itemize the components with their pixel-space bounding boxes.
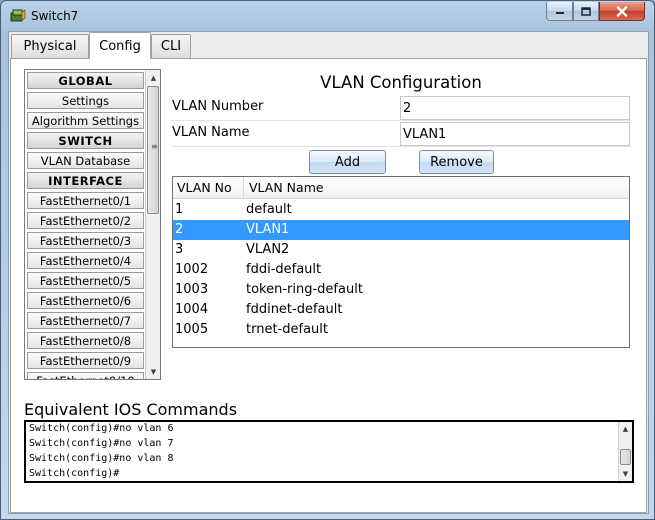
cell-vlan-no: 1004 bbox=[175, 302, 209, 317]
cell-vlan-no: 3 bbox=[175, 242, 184, 257]
nav-item[interactable]: FastEthernet0/2 bbox=[27, 212, 144, 229]
cell-vlan-name: default bbox=[246, 202, 292, 217]
vlan-number-input[interactable] bbox=[400, 96, 630, 120]
window-title: Switch7 bbox=[31, 9, 79, 23]
vlan-name-input[interactable] bbox=[400, 122, 630, 146]
tab-physical[interactable]: Physical bbox=[11, 34, 89, 58]
app-window: Switch7 Physical Config CLI GLOBAL Settin… bbox=[0, 0, 655, 520]
nav-section-header[interactable]: INTERFACE bbox=[27, 172, 144, 189]
ios-commands-title: Equivalent IOS Commands bbox=[24, 400, 238, 419]
tab-label: Physical bbox=[23, 39, 77, 54]
table-row[interactable]: 2 VLAN1 bbox=[173, 220, 629, 240]
column-header-vlan-no[interactable]: VLAN No bbox=[177, 180, 232, 195]
cell-vlan-no: 1 bbox=[175, 202, 184, 217]
ios-command-line: Switch(config)#no vlan 7 bbox=[29, 438, 174, 449]
nav-item[interactable]: FastEthernet0/1 bbox=[27, 192, 144, 209]
ios-scrollbar[interactable]: ▲ ▼ bbox=[618, 422, 632, 481]
nav-item[interactable]: FastEthernet0/10 bbox=[27, 372, 144, 379]
nav-item[interactable]: FastEthernet0/5 bbox=[27, 272, 144, 289]
network-device-icon bbox=[10, 9, 26, 22]
tab-cli[interactable]: CLI bbox=[151, 34, 191, 58]
column-header-vlan-name[interactable]: VLAN Name bbox=[249, 180, 324, 195]
table-row[interactable]: 1004 fddinet-default bbox=[173, 300, 629, 320]
nav-section-header[interactable]: GLOBAL bbox=[27, 72, 144, 89]
cell-vlan-name: VLAN1 bbox=[246, 222, 290, 237]
cell-vlan-no: 1002 bbox=[175, 262, 209, 277]
nav-item[interactable]: FastEthernet0/3 bbox=[27, 232, 144, 249]
grip-icon: ≡ bbox=[151, 142, 158, 151]
ios-scroll-thumb[interactable] bbox=[620, 449, 631, 465]
nav-item[interactable]: FastEthernet0/4 bbox=[27, 252, 144, 269]
tab-label: Config bbox=[99, 38, 141, 54]
minimize-button[interactable] bbox=[546, 2, 573, 21]
client-area: Physical Config CLI GLOBAL Settings Algori… bbox=[8, 31, 649, 514]
nav-scrollbar[interactable]: ▲ ≡ ▼ bbox=[145, 70, 160, 379]
add-button[interactable]: Add bbox=[309, 150, 386, 174]
scroll-down-icon[interactable]: ▼ bbox=[619, 467, 632, 480]
title-bar[interactable]: Switch7 bbox=[1, 1, 654, 31]
table-row[interactable]: 1002 fddi-default bbox=[173, 260, 629, 280]
close-button[interactable] bbox=[599, 2, 645, 21]
vlan-table-header: VLAN No VLAN Name bbox=[173, 177, 629, 199]
cell-vlan-name: VLAN2 bbox=[246, 242, 290, 257]
close-icon bbox=[616, 5, 628, 17]
config-nav-list: GLOBAL Settings Algorithm Settings SWITCH VL… bbox=[24, 69, 161, 380]
vlan-number-label: VLAN Number bbox=[172, 99, 264, 114]
table-row[interactable]: 1005 trnet-default bbox=[173, 320, 629, 340]
nav-item[interactable]: FastEthernet0/8 bbox=[27, 332, 144, 349]
ios-commands-box[interactable]: Switch(config)#no vlan 6 Switch(config)#n… bbox=[24, 420, 634, 483]
vlan-table: VLAN No VLAN Name 1 default 2 VLAN1 3 VLAN2 10… bbox=[172, 176, 630, 348]
cell-vlan-name: fddinet-default bbox=[246, 302, 343, 317]
scroll-down-icon[interactable]: ▼ bbox=[146, 364, 160, 379]
minimize-icon bbox=[555, 12, 564, 14]
maximize-button[interactable] bbox=[573, 2, 599, 21]
table-row[interactable]: 3 VLAN2 bbox=[173, 240, 629, 260]
cell-vlan-name: fddi-default bbox=[246, 262, 322, 277]
nav-item[interactable]: Algorithm Settings bbox=[27, 112, 144, 129]
cell-vlan-no: 2 bbox=[175, 222, 184, 237]
nav-item[interactable]: FastEthernet0/9 bbox=[27, 352, 144, 369]
cell-vlan-name: trnet-default bbox=[246, 322, 328, 337]
ios-command-line: Switch(config)# bbox=[29, 468, 120, 479]
cell-vlan-no: 1003 bbox=[175, 282, 209, 297]
nav-item[interactable]: Settings bbox=[27, 92, 144, 109]
maximize-icon bbox=[581, 6, 591, 16]
ios-command-line: Switch(config)#no vlan 6 bbox=[29, 423, 174, 434]
remove-button[interactable]: Remove bbox=[419, 150, 494, 174]
cell-vlan-no: 1005 bbox=[175, 322, 209, 337]
column-divider[interactable] bbox=[243, 177, 244, 199]
tab-config[interactable]: Config bbox=[89, 32, 151, 59]
vlan-number-row: VLAN Number bbox=[171, 95, 631, 121]
table-row[interactable]: 1 default bbox=[173, 200, 629, 220]
nav-item[interactable]: VLAN Database bbox=[27, 152, 144, 169]
vlan-name-row: VLAN Name bbox=[171, 121, 631, 147]
nav-section-header[interactable]: SWITCH bbox=[27, 132, 144, 149]
vlan-name-label: VLAN Name bbox=[172, 125, 250, 140]
tab-label: CLI bbox=[160, 39, 182, 54]
scroll-up-icon[interactable]: ▲ bbox=[619, 422, 632, 435]
vlan-config-title: VLAN Configuration bbox=[320, 73, 482, 92]
nav-item[interactable]: FastEthernet0/6 bbox=[27, 292, 144, 309]
cell-vlan-name: token-ring-default bbox=[246, 282, 363, 297]
ios-command-line: Switch(config)#no vlan 8 bbox=[29, 453, 174, 464]
config-panel: GLOBAL Settings Algorithm Settings SWITCH VL… bbox=[10, 58, 647, 513]
nav-scroll-thumb[interactable]: ≡ bbox=[147, 86, 159, 214]
nav-item[interactable]: FastEthernet0/7 bbox=[27, 312, 144, 329]
scroll-up-icon[interactable]: ▲ bbox=[146, 70, 160, 85]
table-row[interactable]: 1003 token-ring-default bbox=[173, 280, 629, 300]
